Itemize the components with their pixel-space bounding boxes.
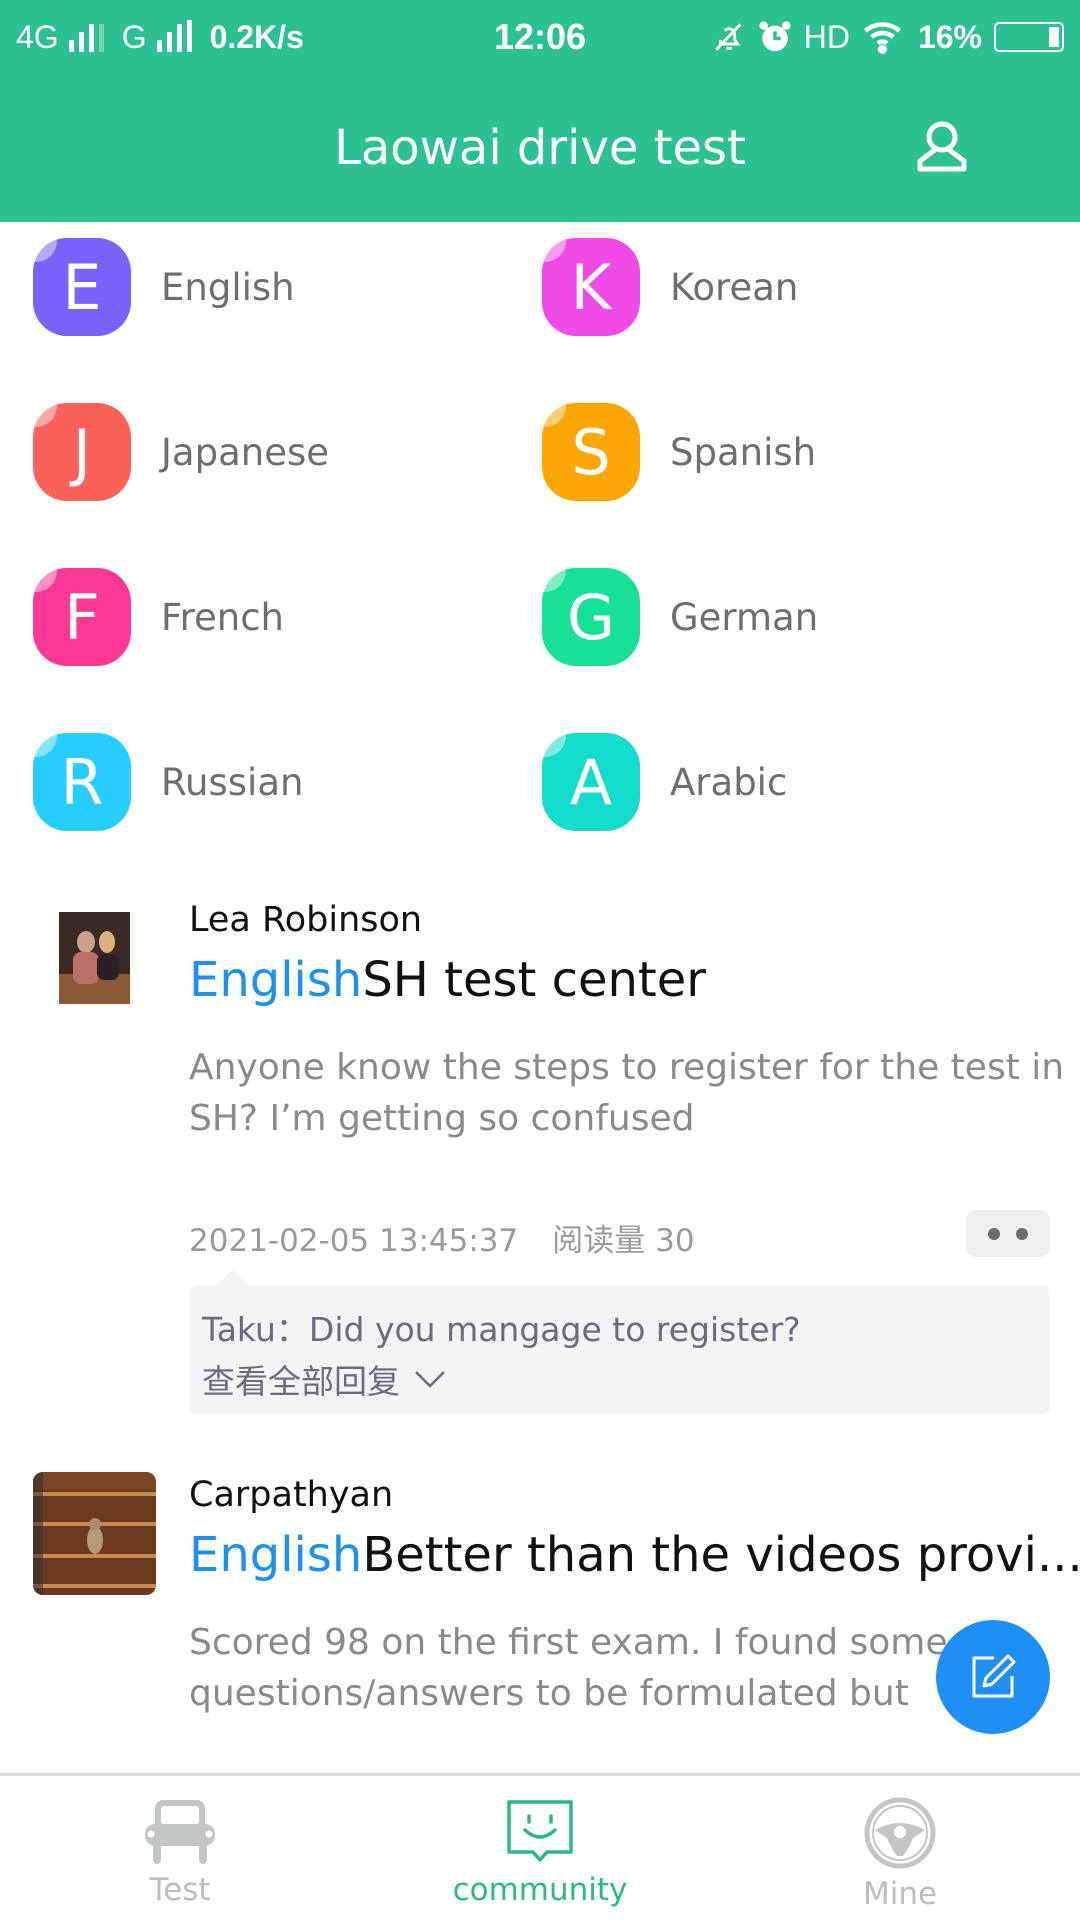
post-title[interactable]: EnglishSH test center — [189, 952, 706, 1008]
post-tag: English — [189, 1527, 363, 1583]
reply-text: Taku：Did you mangage to register? — [202, 1310, 801, 1349]
dot-icon — [1016, 1227, 1028, 1240]
reply-preview: Taku：Did you mangage to register? 查看全部回复 — [189, 1269, 1050, 1414]
post-author[interactable]: Carpathyan — [189, 1475, 393, 1515]
dot-icon — [988, 1227, 1000, 1240]
language-label: Japanese — [161, 430, 329, 474]
language-label: German — [670, 595, 819, 639]
bottom-nav: Test community Mine — [0, 1773, 1080, 1923]
post-more-button[interactable] — [966, 1210, 1050, 1257]
letter-e-icon: E — [33, 238, 131, 336]
avatar[interactable] — [59, 912, 130, 1004]
letter-g-icon: G — [542, 568, 640, 666]
chevron-down-icon — [415, 1371, 445, 1388]
letter-j-icon: J — [33, 403, 131, 501]
post-body: Anyone know the steps to register for th… — [189, 1047, 1065, 1139]
avatar-photo-icon — [33, 1472, 156, 1595]
hd-indicator: HD — [803, 19, 850, 55]
language-russian[interactable]: R Russian — [33, 727, 513, 837]
post-body: Scored 98 on the first exam. I found som… — [189, 1622, 948, 1714]
alarm-icon — [759, 21, 791, 52]
language-label: Korean — [670, 265, 799, 309]
tab-community[interactable]: community — [360, 1776, 720, 1923]
language-label: Spanish — [670, 430, 817, 474]
tab-label: Test — [149, 1872, 211, 1908]
language-arabic[interactable]: A Arabic — [542, 727, 1022, 837]
status-bar-right: HD 16% — [712, 16, 1064, 58]
avatar[interactable] — [33, 1472, 156, 1595]
language-english[interactable]: E English — [33, 232, 513, 342]
post-views: 阅读量 30 — [552, 1223, 695, 1259]
language-korean[interactable]: K Korean — [542, 232, 1022, 342]
letter-k-icon: K — [542, 238, 640, 336]
letter-r-icon: R — [33, 733, 131, 831]
post-author[interactable]: Lea Robinson — [189, 900, 422, 940]
post-title[interactable]: EnglishBetter than the videos provi... — [189, 1527, 1080, 1583]
profile-button[interactable] — [912, 117, 972, 177]
battery-percent: 16% — [917, 19, 982, 55]
language-spanish[interactable]: S Spanish — [542, 397, 1022, 507]
letter-a-icon: A — [542, 733, 640, 831]
language-label: Russian — [161, 760, 304, 804]
wifi-icon — [863, 22, 901, 54]
language-french[interactable]: F French — [33, 562, 513, 672]
post-meta: 2021-02-05 13:45:37 阅读量 30 — [189, 1215, 695, 1260]
post-title-text: SH test center — [362, 952, 707, 1008]
language-german[interactable]: G German — [542, 562, 1022, 672]
battery-icon — [994, 22, 1064, 52]
user-icon — [917, 121, 967, 172]
car-icon — [145, 1800, 215, 1864]
tab-label: community — [452, 1872, 628, 1908]
letter-s-icon: S — [542, 403, 640, 501]
letter-f-icon: F — [33, 568, 131, 666]
edit-icon — [972, 1654, 1016, 1698]
chat-smile-icon — [507, 1800, 573, 1862]
tab-mine[interactable]: Mine — [720, 1776, 1080, 1923]
notifications-off-icon — [714, 23, 742, 51]
language-label: English — [161, 265, 295, 309]
post-timestamp: 2021-02-05 13:45:37 — [189, 1223, 519, 1259]
language-label: French — [161, 595, 284, 639]
steering-wheel-icon — [864, 1797, 936, 1869]
language-japanese[interactable]: J Japanese — [33, 397, 513, 507]
tab-test[interactable]: Test — [0, 1776, 360, 1923]
tab-label: Mine — [862, 1876, 938, 1912]
new-post-button[interactable] — [936, 1620, 1050, 1734]
avatar-photo-icon — [59, 912, 130, 1004]
post-title-text: Better than the videos provi... — [362, 1527, 1080, 1583]
language-label: Arabic — [670, 760, 788, 804]
view-all-replies-button[interactable]: 查看全部回复 — [202, 1355, 448, 1403]
view-all-replies-label: 查看全部回复 — [202, 1362, 400, 1401]
app-header: 4G G 0.2K/s 12:06 HD 16% Laowai drive te… — [0, 0, 1080, 222]
post-tag: English — [189, 952, 363, 1008]
